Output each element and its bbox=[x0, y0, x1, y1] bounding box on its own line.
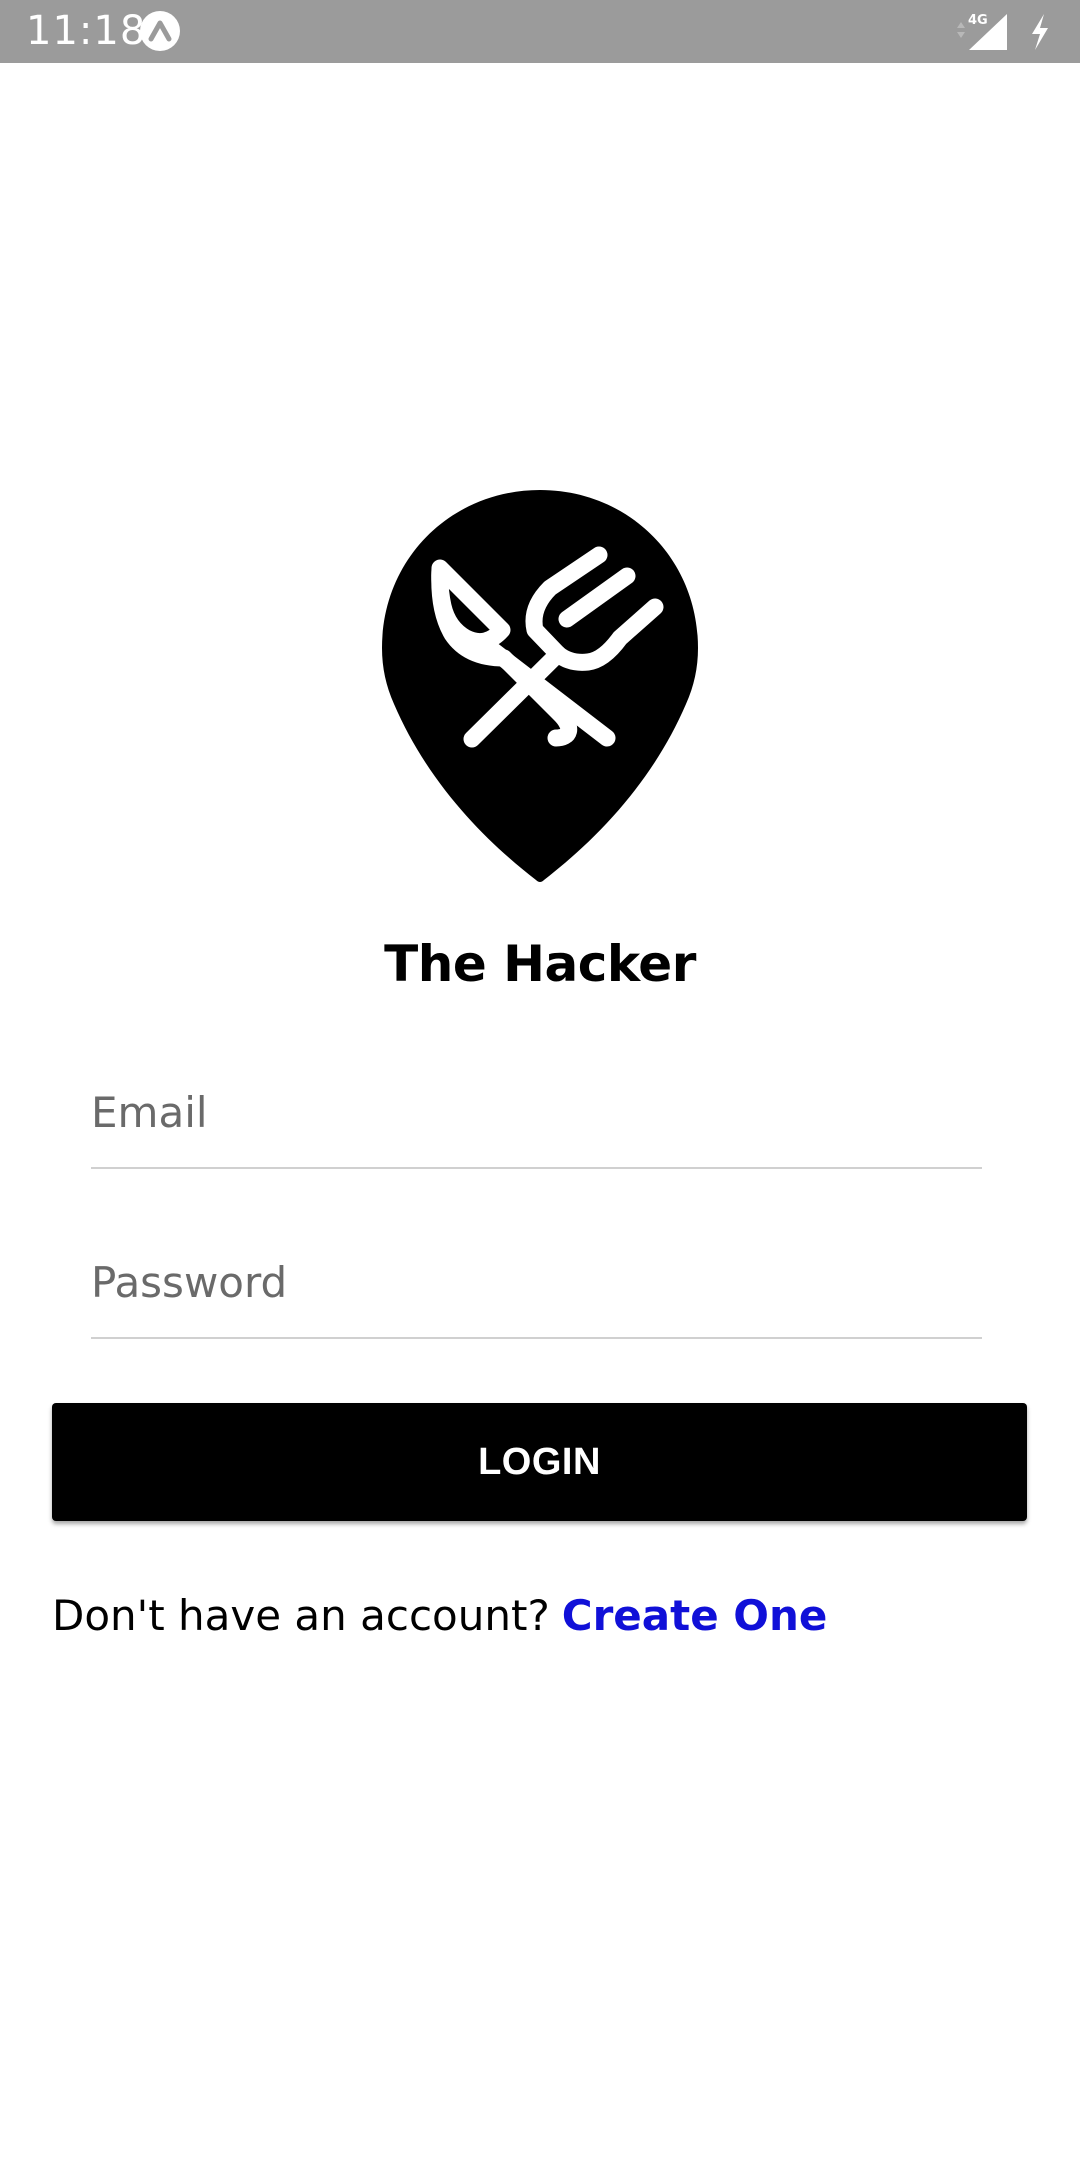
app-title: The Hacker bbox=[384, 935, 696, 993]
password-field-container bbox=[91, 1227, 982, 1339]
login-button[interactable]: LOGIN bbox=[52, 1403, 1027, 1521]
email-field[interactable] bbox=[91, 1057, 982, 1167]
status-bar: 11:18 4G bbox=[0, 0, 1080, 63]
expo-caret-icon bbox=[140, 11, 180, 51]
status-time: 11:18 bbox=[26, 8, 147, 54]
fork-knife-location-pin-icon bbox=[380, 488, 700, 884]
signup-row: Don't have an account? Create One bbox=[52, 1591, 827, 1640]
charging-bolt-icon bbox=[1026, 12, 1054, 56]
password-field[interactable] bbox=[91, 1227, 982, 1337]
signal-4g-icon: 4G bbox=[955, 10, 1011, 56]
signup-prompt: Don't have an account? bbox=[52, 1591, 550, 1640]
create-account-link[interactable]: Create One bbox=[562, 1591, 828, 1640]
network-label: 4G bbox=[968, 13, 988, 28]
email-field-container bbox=[91, 1057, 982, 1169]
